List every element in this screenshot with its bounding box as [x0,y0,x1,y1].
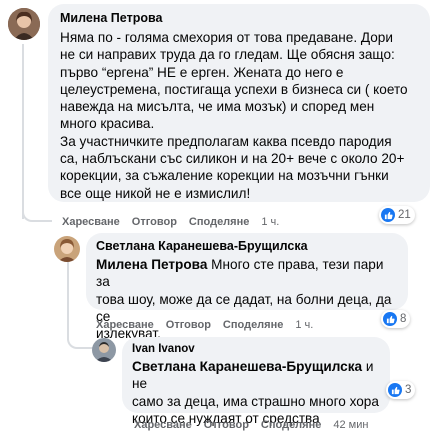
thread-line-1 [22,44,24,219]
reaction-count-1[interactable]: 21 [379,206,415,224]
reply-button[interactable]: Отговор [166,319,211,331]
comment-actions-3: Харесване Отговор Споделяне 42 мин [134,419,380,431]
reply-button[interactable]: Отговор [132,216,177,228]
comment-timestamp[interactable]: 42 мин [333,419,368,431]
like-icon [383,312,397,326]
avatar-svetlana[interactable] [54,236,80,262]
mention-link[interactable]: Светлана Каранешева-Брущилска [132,359,362,374]
reaction-count-3[interactable]: 3 [386,381,416,399]
comment-bubble-1: Милена Петрова Няма по - голяма смехория… [48,4,430,202]
comment-author[interactable]: Милена Петрова [60,11,418,25]
comment-bubble-3: Ivan Ivanov Светлана Каранешева-Брущилск… [122,337,390,426]
avatar-ivan[interactable] [92,338,116,362]
reaction-number: 8 [400,313,407,325]
comment-actions-2: Харесване Отговор Споделяне 1 ч. [96,319,325,331]
like-button[interactable]: Харесване [134,419,192,431]
comment-bubble-2: Светлана Каранешева-Брущилска Милена Пет… [86,233,408,341]
like-button[interactable]: Харесване [96,319,154,331]
comment-text: Няма по - голяма смехория от това предав… [60,30,408,201]
share-button[interactable]: Споделяне [223,319,283,331]
mention-link[interactable]: Милена Петрова [96,257,207,272]
comment-timestamp[interactable]: 1 ч. [295,319,313,331]
reaction-number: 21 [398,209,411,221]
avatar-photo-icon [92,338,116,362]
like-icon [388,383,402,397]
comment-author[interactable]: Светлана Каранешева-Брущилска [96,239,398,253]
avatar-photo-icon [54,236,80,262]
comment-author[interactable]: Ivan Ivanov [132,343,380,355]
comment-actions-1: Харесване Отговор Споделяне 1 ч. [62,216,291,228]
comment-timestamp[interactable]: 1 ч. [261,216,279,228]
reaction-number: 3 [405,384,412,396]
avatar-photo-icon [8,8,40,40]
like-icon [381,208,395,222]
reply-button[interactable]: Отговор [204,419,249,431]
reaction-count-2[interactable]: 8 [381,310,411,328]
like-button[interactable]: Харесване [62,216,120,228]
share-button[interactable]: Споделяне [189,216,249,228]
share-button[interactable]: Споделяне [261,419,321,431]
avatar-milena[interactable] [8,8,40,40]
